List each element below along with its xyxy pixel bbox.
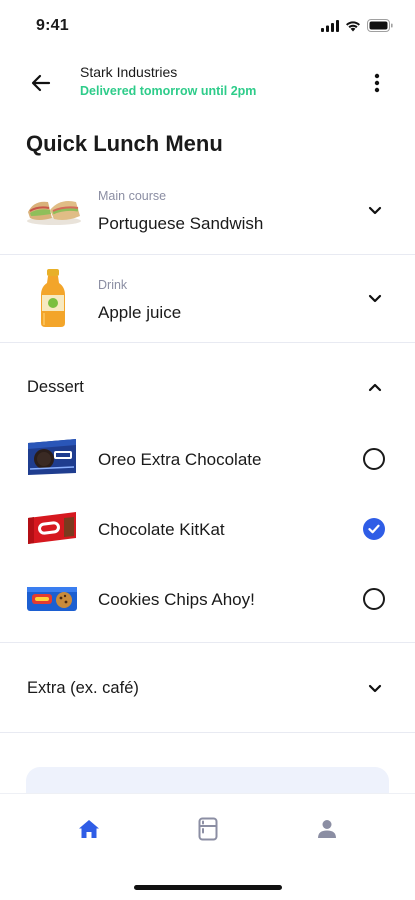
juice-bottle-image (40, 269, 66, 332)
chevron-up-icon (367, 379, 383, 395)
chips-ahoy-image (26, 585, 78, 618)
back-button[interactable] (26, 68, 56, 98)
dessert-option-label: Cookies Chips Ahoy! (98, 590, 255, 609)
app-header: Stark Industries Delivered tomorrow unti… (0, 54, 415, 120)
radio-button-unchecked[interactable] (363, 588, 385, 610)
extra-label: Extra (ex. café) (27, 679, 139, 697)
tab-profile[interactable] (312, 814, 342, 844)
battery-icon (367, 19, 393, 32)
tab-home[interactable] (74, 814, 104, 844)
drink-selected: Apple juice (98, 303, 182, 322)
delivery-note: Delivered tomorrow until 2pm (80, 84, 257, 98)
dessert-option[interactable]: Chocolate KitKat (0, 499, 415, 559)
dessert-option[interactable]: Cookies Chips Ahoy! (0, 569, 415, 629)
arrow-left-icon (31, 74, 51, 92)
bottom-tab-bar (0, 793, 415, 900)
main-course-category: Main course (98, 189, 167, 203)
store-name: Stark Industries (80, 64, 178, 80)
user-icon (318, 820, 336, 838)
chevron-down-icon (367, 202, 383, 218)
checkmark-icon (368, 524, 380, 534)
dessert-option[interactable]: Oreo Extra Chocolate (0, 429, 415, 489)
main-course-selector[interactable]: Main course Portuguese Sandwish (0, 176, 415, 254)
extra-section-header[interactable]: Extra (ex. café) (0, 643, 415, 732)
dessert-option-label: Oreo Extra Chocolate (98, 450, 262, 469)
dessert-label: Dessert (27, 378, 84, 396)
oreo-image (26, 437, 78, 482)
drink-category: Drink (98, 278, 128, 292)
main-course-selected: Portuguese Sandwish (98, 214, 264, 233)
home-indicator (134, 885, 282, 890)
dessert-option-label: Chocolate KitKat (98, 520, 225, 539)
signal-icon (321, 19, 339, 32)
chevron-down-icon (367, 290, 383, 306)
sandwich-image (26, 194, 82, 231)
home-icon (79, 820, 99, 838)
status-icons (321, 19, 393, 32)
more-options-button[interactable] (365, 68, 389, 98)
status-time: 9:41 (36, 17, 69, 34)
fridge-icon (198, 817, 218, 841)
radio-button-checked[interactable] (363, 518, 385, 540)
kitkat-image (26, 510, 78, 551)
page-title: Quick Lunch Menu (26, 131, 223, 156)
tab-fridge[interactable] (193, 814, 223, 844)
divider (0, 732, 415, 733)
more-vertical-icon (374, 73, 380, 93)
radio-button-unchecked[interactable] (363, 448, 385, 470)
wifi-icon (346, 20, 360, 31)
drink-selector[interactable]: Drink Apple juice (0, 255, 415, 341)
dessert-section-header[interactable]: Dessert (0, 343, 415, 429)
status-bar: 9:41 (0, 0, 415, 54)
chevron-down-icon (367, 680, 383, 696)
